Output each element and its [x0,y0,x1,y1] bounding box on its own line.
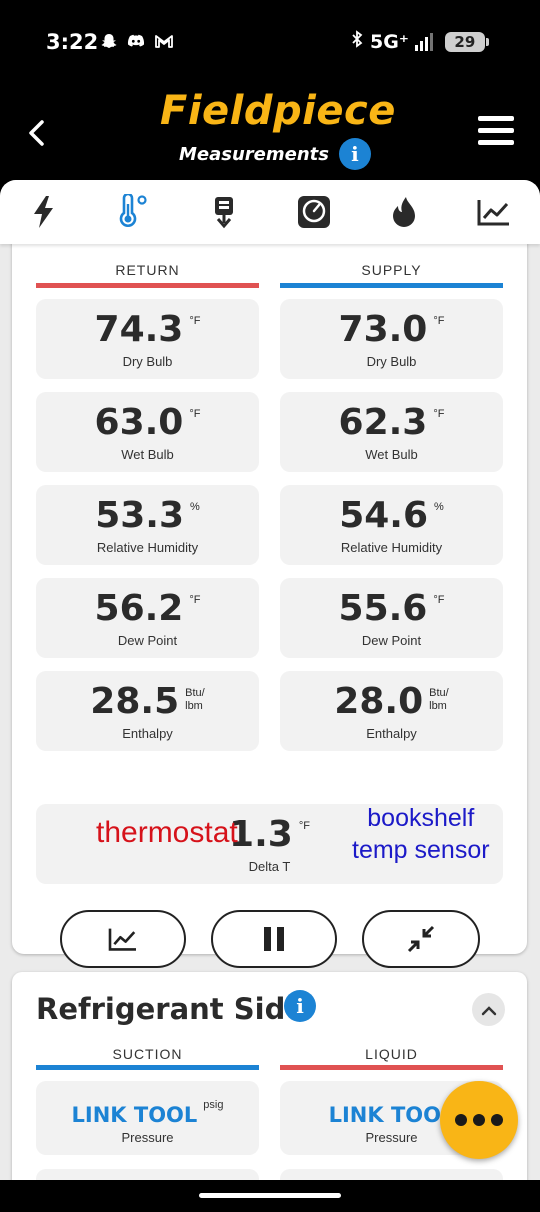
chart-button[interactable] [60,910,186,968]
fieldpiece-logo: Fieldpiece [160,88,396,134]
supply-dew-point-tile[interactable]: 55.6 °F Dew Point [280,578,503,658]
chart-icon [477,200,509,226]
bookshelf-annotation: bookshelf temp sensor [352,804,490,864]
reading-label: Wet Bulb [121,447,174,462]
chevron-left-icon [29,120,44,146]
pause-icon [264,927,284,951]
electrical-tab[interactable] [22,192,66,232]
reading-label: Enthalpy [366,726,417,741]
reading-value: 73.0 °F [338,309,445,350]
reading-label: Wet Bulb [365,447,418,462]
liquid-line [280,1065,503,1070]
link-tool-value: LINK TOOL psig [71,1099,224,1127]
reading-value: 62.3 °F [338,402,445,443]
return-line [36,283,259,288]
flame-icon [393,197,415,227]
reading-value: 63.0 °F [94,402,201,443]
chevron-up-icon [481,1005,496,1015]
temperature-tab[interactable] [110,192,154,232]
return-dry-bulb-tile[interactable]: 74.3 °F Dry Bulb [36,299,259,379]
bluetooth-icon [350,30,364,53]
supply-enthalpy-tile[interactable]: 28.0 Btu/lbm Enthalpy [280,671,503,751]
info-icon[interactable]: i [284,990,316,1022]
gauge-icon [298,196,330,228]
trend-tab[interactable] [472,192,516,232]
reading-label: Dew Point [117,633,178,648]
return-humidity-tile[interactable]: 53.3% Relative Humidity [36,485,259,565]
combustion-tab[interactable] [382,192,426,232]
reading-value: 54.6% [339,495,444,536]
reading-value: 55.6 °F [338,588,445,629]
vacuum-tab[interactable] [202,192,246,232]
liquid-header: LIQUID [365,1046,418,1062]
reading-value: 74.3 °F [94,309,201,350]
return-header: RETURN [115,262,180,278]
reading-value: 53.3% [95,495,200,536]
collapse-arrows-button[interactable] [362,910,480,968]
suction-pressure-tile[interactable]: LINK TOOL psig Pressure [36,1081,259,1155]
reading-label: Enthalpy [122,726,173,741]
reading-label: Dew Point [361,633,422,648]
return-enthalpy-tile[interactable]: 28.5 Btu/lbm Enthalpy [36,671,259,751]
status-time: 3:22 [46,30,99,54]
gmail-icon [154,32,174,54]
status-bar: 3:22 5G⁺ 29 [0,0,540,88]
refrigerant-side-title: Refrigerant Side [36,992,306,1026]
reading-label: Dry Bulb [366,354,417,369]
air-side-card: RETURN SUPPLY 74.3 °F Dry Bulb 73.0 °F Dry… [12,220,527,968]
supply-wet-bulb-tile[interactable]: 62.3 °F Wet Bulb [280,392,503,472]
header-subtitle: Measurements i [160,138,390,170]
back-button[interactable] [22,118,52,148]
supply-header: SUPPLY [361,262,422,278]
manifold-tab[interactable] [292,192,336,232]
thermostat-annotation: thermostat [96,816,238,849]
main-sheet: RETURN SUPPLY 74.3 °F Dry Bulb 73.0 °F Dry… [0,180,540,1180]
reading-label: Relative Humidity [96,540,199,555]
supply-humidity-tile[interactable]: 54.6% Relative Humidity [280,485,503,565]
liquid-next-tile[interactable] [280,1169,503,1180]
system-nav-bar [0,1180,540,1212]
signal-icon [414,32,433,51]
network-type: 5G⁺ [370,30,409,53]
suction-next-tile[interactable] [36,1169,259,1180]
reading-label: Pressure [121,1130,174,1145]
home-indicator[interactable] [199,1193,341,1198]
supply-dry-bulb-tile[interactable]: 73.0 °F Dry Bulb [280,299,503,379]
discord-icon [126,32,146,54]
suction-line [36,1065,259,1070]
lightning-icon [34,196,53,228]
supply-line [280,283,503,288]
more-options-button[interactable] [440,1081,518,1159]
thermometer-icon [119,194,147,227]
snapchat-icon [100,32,118,54]
reading-value: 56.2 °F [94,588,201,629]
return-dew-point-tile[interactable]: 56.2 °F Dew Point [36,578,259,658]
refrigerant-side-card: Refrigerant Side i SUCTION LIQUID LINK T… [12,972,527,1180]
app-header: Fieldpiece Measurements i [0,88,540,180]
reading-label: Relative Humidity [340,540,443,555]
subtitle-text: Measurements [179,143,329,165]
suction-header: SUCTION [112,1046,183,1062]
chart-icon [108,928,136,951]
return-wet-bulb-tile[interactable]: 63.0 °F Wet Bulb [36,392,259,472]
reading-value: 28.0 Btu/lbm [334,681,449,722]
notification-icons [100,32,174,54]
brand: Fieldpiece Measurements i [160,88,396,170]
reading-label: Dry Bulb [122,354,173,369]
probe-icon [215,197,233,229]
delta-t-tile[interactable]: 1.3 °F Delta T thermostat bookshelf temp … [36,804,503,884]
collapse-section-button[interactable] [472,993,505,1026]
pause-button[interactable] [211,910,337,968]
hamburger-menu-button[interactable] [478,116,514,148]
battery-icon: 29 [444,31,489,52]
status-right: 5G⁺ 29 [350,30,489,53]
collapse-arrows-icon [407,925,435,953]
tool-tabbar [0,180,540,244]
info-icon[interactable]: i [338,138,371,170]
reading-value: 28.5 Btu/lbm [90,681,205,722]
